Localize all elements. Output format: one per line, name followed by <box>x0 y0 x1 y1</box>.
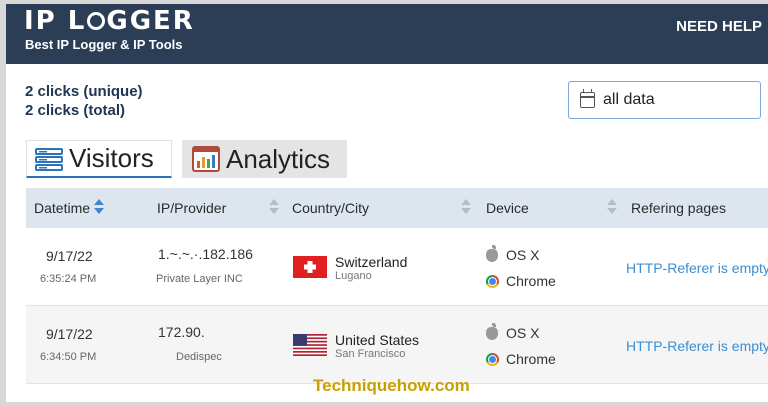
device-os: OS X <box>486 244 540 263</box>
analytics-chart-icon <box>192 146 220 172</box>
ip-address-text: 1.~.~.·.182.186 <box>158 246 253 262</box>
column-header-datetime[interactable]: Datetime <box>34 200 90 216</box>
total-clicks-count: 2 clicks (total) <box>25 102 126 119</box>
window-frame-bottom <box>0 402 768 406</box>
magnifier-lens-icon <box>87 12 106 30</box>
watermark-text: Techniquehow.com <box>313 376 470 395</box>
country-name: United States <box>335 332 420 348</box>
referer-link[interactable]: HTTP-Referer is empty <box>626 260 768 276</box>
table-row[interactable]: 9/17/22 6:35:24 PM 1.~.~.·.182.186 Priva… <box>26 228 768 306</box>
click-stats: 2 clicks (unique) 2 clicks (total) <box>25 82 143 120</box>
ip-logger-logo[interactable]: IP L GGER <box>24 6 195 36</box>
switzerland-flag-icon <box>293 256 327 278</box>
date-range-value: all data <box>603 91 655 108</box>
table-row[interactable]: 9/17/22 6:34:50 PM 172.90. Dedispec Unit… <box>26 306 768 384</box>
tab-analytics[interactable]: Analytics <box>182 140 347 178</box>
device-os: OS X <box>486 322 540 341</box>
device-browser: Chrome <box>486 351 556 367</box>
city-name: San Francisco <box>335 348 406 360</box>
browser-name: Chrome <box>506 273 556 289</box>
column-header-country-city[interactable]: Country/City <box>292 200 369 216</box>
chrome-icon <box>486 352 499 366</box>
visit-time: 6:34:50 PM <box>40 351 97 363</box>
column-header-device[interactable]: Device <box>486 200 529 216</box>
sort-icon[interactable] <box>607 197 617 217</box>
sort-icon[interactable] <box>94 197 104 217</box>
browser-name: Chrome <box>506 351 556 367</box>
visitors-table: Datetime IP/Provider Country/City Device… <box>26 188 768 384</box>
sort-icon[interactable] <box>461 197 471 217</box>
date-range-filter[interactable]: all data <box>568 81 761 119</box>
site-header: IP L GGER Best IP Logger & IP Tools NEED … <box>6 4 768 64</box>
ip-address-text: 172.90. <box>158 324 205 340</box>
country-name: Switzerland <box>335 254 408 270</box>
ip-provider: Dedispec <box>176 351 222 363</box>
os-name: OS X <box>506 325 540 341</box>
device-browser: Chrome <box>486 273 556 289</box>
tab-analytics-label: Analytics <box>226 143 331 174</box>
chrome-icon <box>486 274 499 288</box>
visit-date: 9/17/22 <box>46 248 93 264</box>
logo-text-right: GGER <box>106 6 195 36</box>
column-header-refering-pages[interactable]: Refering pages <box>631 200 726 216</box>
visit-time: 6:35:24 PM <box>40 273 97 285</box>
united-states-flag-icon <box>293 334 327 356</box>
ip-address[interactable]: 172.90. <box>158 324 205 340</box>
calendar-icon <box>580 89 595 108</box>
visit-date: 9/17/22 <box>46 326 93 342</box>
city-name: Lugano <box>335 270 372 282</box>
site-tagline: Best IP Logger & IP Tools <box>25 37 183 52</box>
visitors-list-icon <box>35 147 63 171</box>
os-name: OS X <box>506 247 540 263</box>
sort-icon[interactable] <box>269 197 279 217</box>
column-header-ip-provider[interactable]: IP/Provider <box>157 200 226 216</box>
need-help-link[interactable]: NEED HELP <box>676 18 762 35</box>
apple-icon <box>486 322 498 340</box>
ip-address[interactable]: 1.~.~.·.182.186 <box>158 246 253 262</box>
unique-clicks-count: 2 clicks (unique) <box>25 83 143 100</box>
tab-visitors-label: Visitors <box>69 143 154 173</box>
referer-link[interactable]: HTTP-Referer is empty <box>626 338 768 354</box>
logo-text-left: IP L <box>24 6 87 36</box>
tab-visitors[interactable]: Visitors <box>26 140 172 178</box>
apple-icon <box>486 244 498 262</box>
ip-provider: Private Layer INC <box>156 273 243 285</box>
table-header: Datetime IP/Provider Country/City Device… <box>26 188 768 228</box>
